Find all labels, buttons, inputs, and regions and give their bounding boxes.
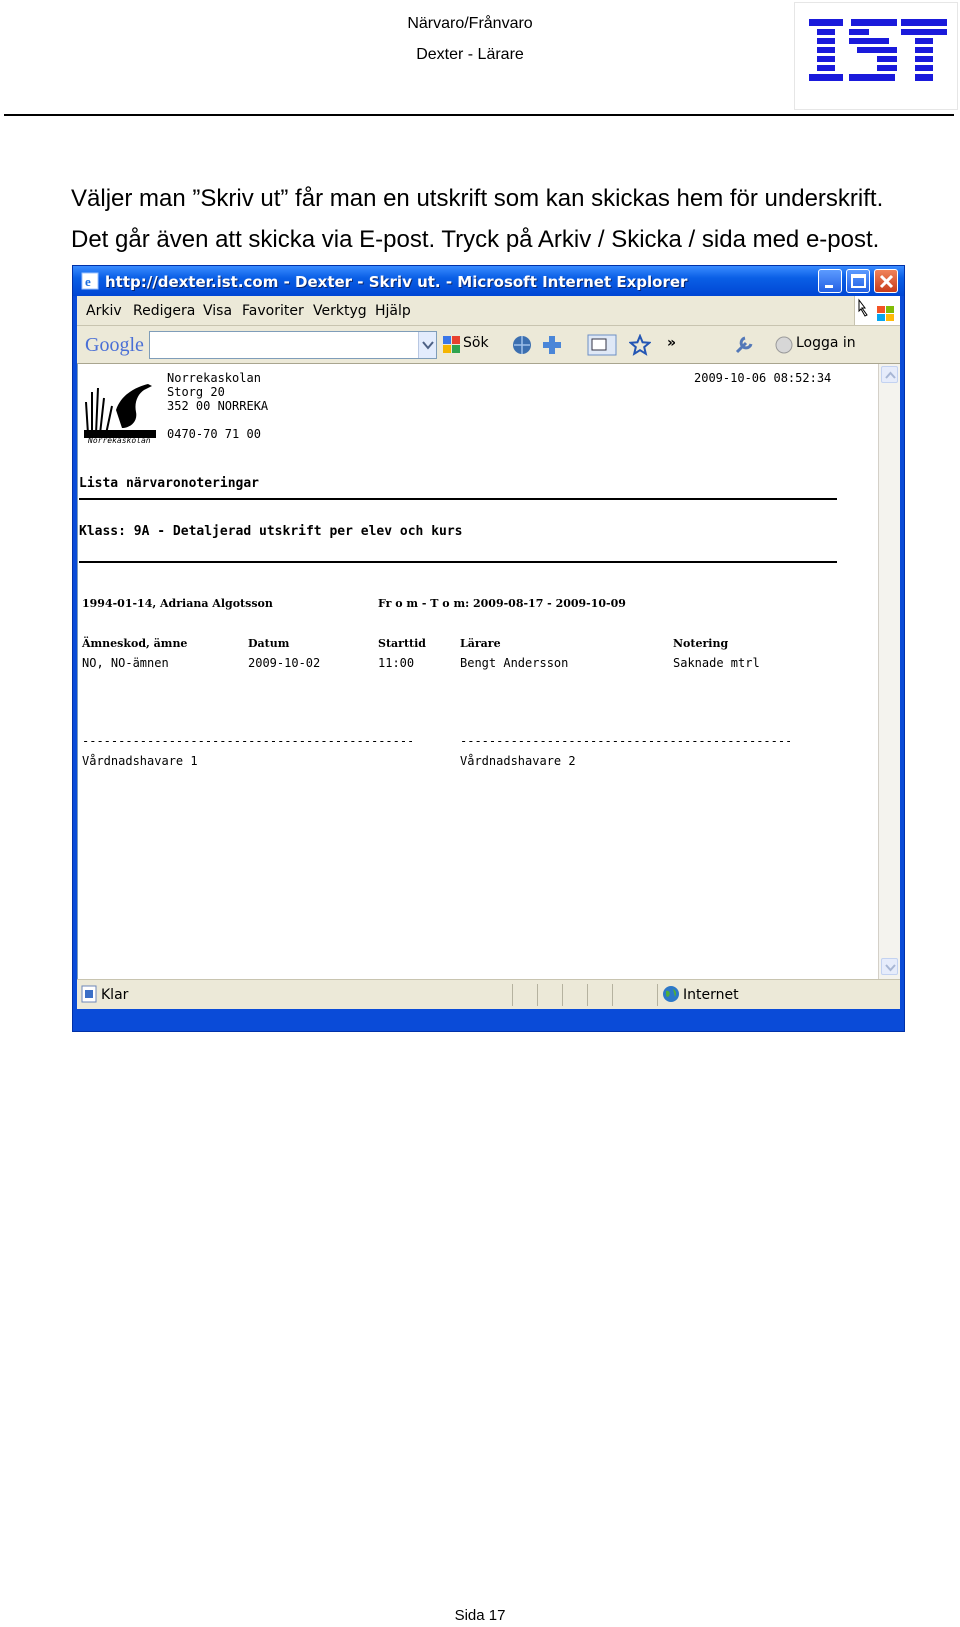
login-button[interactable]: Logga in [796, 335, 856, 351]
svg-text:e: e [85, 274, 91, 289]
ie-browser-window: e http://dexter.ist.com - Dexter - Skriv… [72, 265, 905, 1032]
globe-icon [661, 984, 683, 1006]
status-divider [587, 984, 588, 1006]
table-cell: 2009-10-02 [248, 656, 321, 670]
status-divider [562, 984, 563, 1006]
logo-caption: Norrekaskolan [88, 436, 151, 445]
column-header: Lärare [460, 637, 501, 650]
minimize-button[interactable] [818, 269, 842, 293]
star-icon[interactable] [628, 333, 652, 356]
menu-redigera[interactable]: Redigera [133, 303, 195, 319]
window-titlebar[interactable]: e http://dexter.ist.com - Dexter - Skriv… [73, 266, 904, 296]
page-number: Sida 17 [454, 1607, 506, 1624]
menu-bar: Arkiv Redigera Visa Favoriter Verktyg Hj… [77, 296, 900, 326]
intro-text-line-2: Det går även att skicka via E-post. Tryc… [71, 226, 880, 253]
school-street: Storg 20 [167, 385, 225, 399]
google-logo: Google [85, 334, 144, 356]
page-icon [80, 984, 102, 1006]
menu-arkiv[interactable]: Arkiv [86, 303, 122, 319]
print-icon[interactable] [587, 334, 617, 356]
table-cell: 11:00 [378, 656, 415, 670]
header-divider [4, 114, 954, 116]
status-bar: Klar Internet [77, 979, 900, 1009]
column-header: Datum [248, 637, 290, 650]
table-cell: Bengt Andersson [460, 656, 569, 670]
menu-verktyg[interactable]: Verktyg [313, 303, 367, 319]
status-divider [612, 984, 613, 1006]
signature-line-2: ----------------------------------------… [460, 734, 790, 748]
menu-visa[interactable]: Visa [203, 303, 232, 319]
class-title: Klass: 9A - Detaljerad utskrift per elev… [79, 524, 463, 539]
globe-icon[interactable] [511, 334, 533, 356]
column-header: Notering [673, 637, 729, 650]
status-divider [537, 984, 538, 1006]
plus-icon[interactable] [541, 334, 563, 356]
student-name: 1994-01-14, Adriana Algotsson [82, 597, 273, 610]
wrench-icon[interactable] [733, 334, 755, 356]
list-title: Lista närvaronoteringar [79, 476, 260, 491]
school-heron-logo: Norrekaskolan [82, 372, 156, 450]
menu-favoriter[interactable]: Favoriter [242, 303, 304, 319]
intro-text-line-1: Väljer man ”Skriv ut” får man en utskrif… [71, 185, 884, 212]
vertical-scrollbar[interactable] [878, 364, 900, 979]
window-title: http://dexter.ist.com - Dexter - Skriv u… [105, 273, 688, 291]
school-postal: 352 00 NORREKA [167, 399, 269, 413]
menu-hjalp[interactable]: Hjälp [375, 303, 411, 319]
table-cell: NO, NO-ämnen [82, 656, 169, 670]
chevron-down-icon[interactable] [418, 332, 436, 358]
scroll-up-arrow-icon[interactable] [881, 366, 898, 383]
ist-logo [794, 2, 958, 110]
google-toolbar: Google Sök » Logga in [77, 326, 900, 364]
status-text: Klar [101, 987, 129, 1003]
scroll-down-arrow-icon[interactable] [881, 958, 898, 975]
guardian-1-label: Vårdnadshavare 1 [82, 754, 198, 768]
print-timestamp: 2009-10-06 08:52:34 [694, 371, 832, 385]
column-header: Starttid [378, 637, 426, 650]
report-period: Fr o m - T o m: 2009-08-17 - 2009-10-09 [378, 597, 626, 610]
internet-explorer-icon: e [81, 272, 99, 290]
search-button[interactable]: Sök [463, 335, 489, 351]
google-search-input[interactable] [149, 331, 437, 359]
school-name: Norrekaskolan [167, 371, 261, 385]
security-zone: Internet [683, 987, 739, 1003]
column-header: Ämneskod, ämne [82, 637, 188, 650]
google-search-icon [441, 334, 463, 356]
guardian-2-label: Vårdnadshavare 2 [460, 754, 576, 768]
status-divider [657, 984, 658, 1006]
browser-page-content: Norrekaskolan Norrekaskolan Storg 20 352… [77, 364, 878, 979]
school-phone: 0470-70 71 00 [167, 427, 261, 441]
login-circle-icon [773, 334, 795, 356]
toolbar-overflow[interactable]: » [667, 335, 676, 351]
windows-flag-icon [854, 296, 900, 325]
divider [79, 561, 837, 563]
close-button[interactable] [874, 269, 898, 293]
table-cell: Saknade mtrl [673, 656, 760, 670]
maximize-button[interactable] [846, 269, 870, 293]
divider [79, 498, 837, 500]
signature-line-1: ----------------------------------------… [82, 734, 412, 748]
status-divider [512, 984, 513, 1006]
